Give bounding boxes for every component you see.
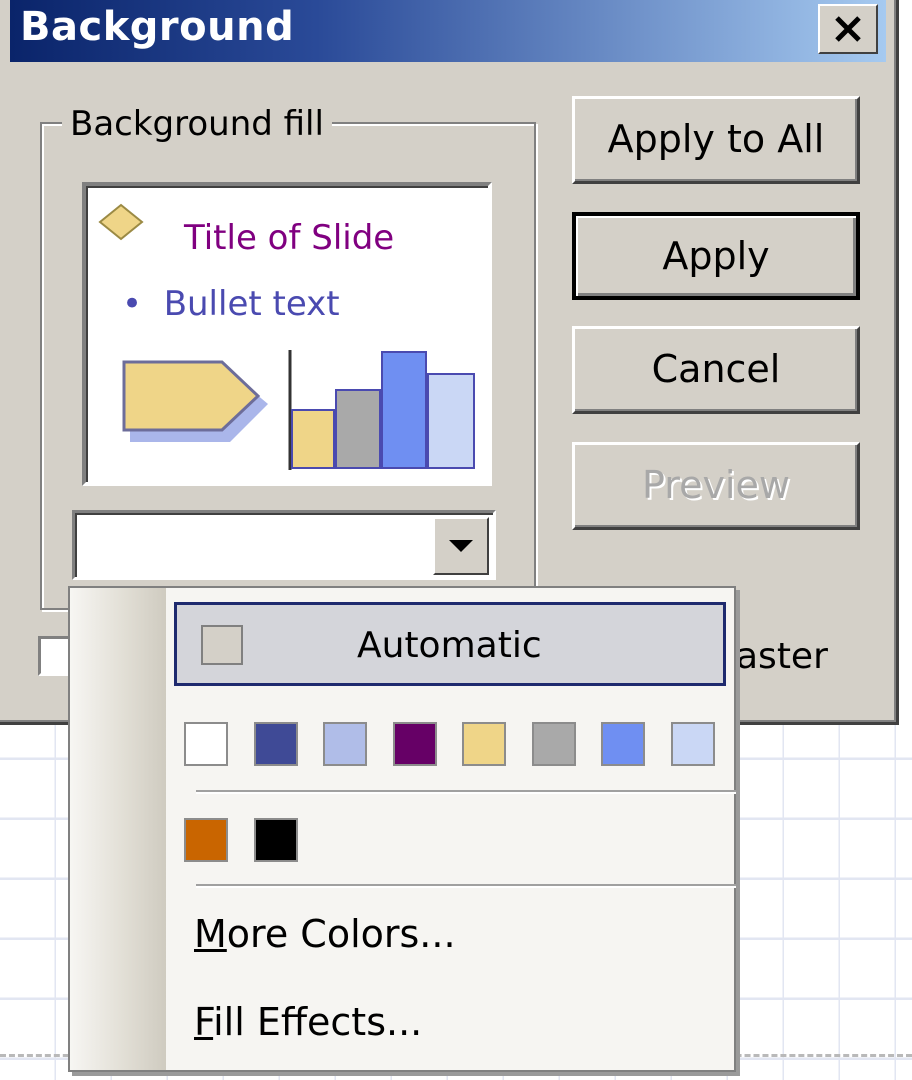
checkbox-label: aster — [736, 636, 828, 677]
more-colors-mnemonic: M — [194, 912, 227, 956]
color-swatch[interactable] — [253, 722, 298, 766]
color-swatch[interactable] — [670, 722, 715, 766]
color-swatch[interactable] — [462, 722, 506, 766]
bullet-marker: • — [122, 284, 143, 324]
slide-preview: Title of Slide • Bullet text — [82, 182, 492, 486]
chevron-down-icon — [449, 540, 473, 552]
diamond-bullet-icon — [98, 203, 144, 241]
title-bar[interactable]: Background — [10, 0, 886, 62]
color-swatch[interactable] — [392, 722, 437, 766]
menu-separator — [196, 884, 736, 888]
color-dropdown-menu: Automatic More Colors... Fill Effects... — [68, 586, 736, 1072]
close-button[interactable] — [818, 4, 878, 54]
cancel-button[interactable]: Cancel — [572, 326, 860, 414]
color-swatch[interactable] — [531, 722, 576, 766]
close-icon — [835, 16, 861, 42]
color-swatch[interactable] — [323, 722, 367, 766]
apply-to-all-button[interactable]: Apply to All — [572, 96, 860, 184]
preview-slide-title: Title of Slide — [184, 218, 395, 258]
menu-item-fill-effects[interactable]: Fill Effects... — [194, 1000, 422, 1044]
automatic-color-swatch — [201, 625, 243, 665]
color-swatch[interactable] — [184, 722, 228, 766]
automatic-label: Automatic — [357, 625, 542, 666]
pentagon-arrow-shape — [122, 360, 268, 442]
menu-item-more-colors[interactable]: More Colors... — [194, 912, 456, 956]
group-label: Background fill — [62, 104, 332, 144]
dialog-title: Background — [20, 4, 295, 50]
menu-icon-strip — [70, 588, 166, 1070]
color-swatch[interactable] — [184, 818, 228, 862]
fill-effects-mnemonic: F — [194, 1000, 214, 1044]
bullet-text: Bullet text — [163, 284, 340, 324]
apply-button[interactable]: Apply — [572, 212, 860, 300]
color-swatch[interactable] — [253, 818, 298, 862]
more-colors-label: ore Colors... — [226, 912, 456, 956]
color-swatch[interactable] — [601, 722, 645, 766]
bar-chart-graphic — [288, 350, 475, 470]
fill-color-dropdown[interactable] — [72, 510, 496, 580]
menu-separator — [196, 790, 736, 794]
dropdown-arrow-button[interactable] — [433, 517, 489, 575]
preview-bullet: • Bullet text — [122, 284, 340, 324]
menu-item-automatic[interactable]: Automatic — [174, 602, 726, 686]
preview-button: Preview — [572, 442, 860, 530]
fill-effects-label: ill Effects... — [213, 1000, 423, 1044]
